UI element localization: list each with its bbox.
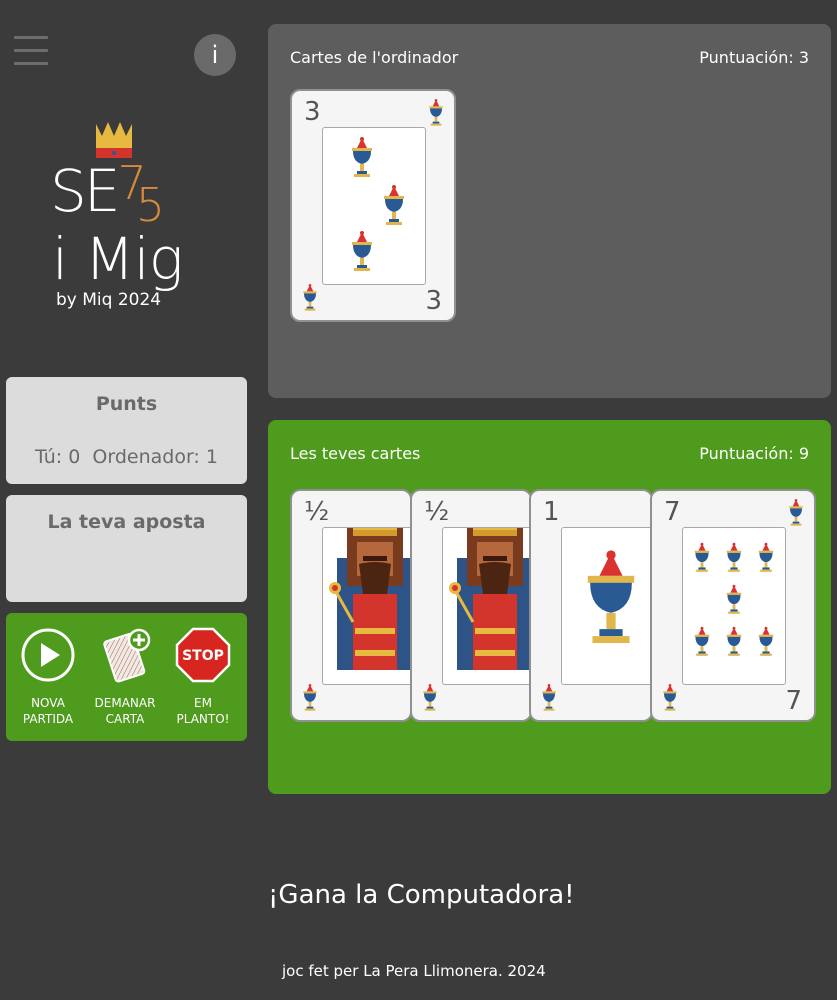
game-logo: SE75 i Mig by Miq 2024: [50, 118, 210, 318]
new-game-button[interactable]: NOVA PARTIDA: [8, 627, 88, 727]
bet-panel: La teva aposta: [6, 495, 247, 602]
card-face: [682, 527, 786, 685]
bet-title: La teva aposta: [47, 511, 206, 533]
game-result: ¡Gana la Computadora!: [268, 880, 575, 910]
player-board: Les teves cartes Puntuación: 9 ½ ½ 1 7 7: [268, 420, 831, 794]
cup-icon: [300, 282, 320, 314]
card-rank: ½: [304, 497, 330, 527]
card-rank: 7: [664, 497, 681, 527]
card-rank: 1: [543, 497, 560, 527]
stand-label: EM PLANTO!: [176, 696, 230, 726]
cup-icon: [300, 682, 320, 714]
info-button[interactable]: i: [194, 34, 236, 76]
card-face: [322, 527, 412, 685]
cup-icon: [347, 230, 377, 274]
points-title: Punts: [95, 393, 158, 415]
points-scores: Tú: 0 Ordenador: 1: [35, 446, 218, 468]
player-card-ace: 1: [529, 489, 653, 722]
hamburger-icon[interactable]: [14, 36, 48, 66]
sidebar: i SE75 i Mig by Miq 2024 Punts Tú: 0 Ord…: [0, 0, 252, 1000]
cup-icon: [660, 682, 680, 714]
cup-icon: [691, 542, 713, 574]
draw-card-button[interactable]: DEMANAR CARTA: [85, 627, 165, 727]
cup-icon: [576, 548, 646, 650]
new-game-label: NOVA PARTIDA: [22, 696, 74, 726]
card-face: [561, 527, 651, 685]
cup-icon: [723, 542, 745, 574]
card-rank: ½: [424, 497, 450, 527]
draw-card-icon: [103, 628, 151, 683]
card-rank: 7: [785, 686, 802, 716]
player-board-label: Les teves cartes: [290, 444, 421, 463]
card-rank: 3: [304, 97, 321, 127]
logo-subtitle: i Mig: [52, 225, 184, 293]
cup-icon: [420, 682, 440, 714]
footer-credit: joc fet per La Pera Llimonera. 2024: [282, 962, 546, 980]
computer-board-label: Cartes de l'ordinador: [290, 48, 459, 67]
cup-icon: [347, 136, 377, 180]
card-rank: 3: [425, 286, 442, 316]
stand-button[interactable]: STOP EM PLANTO!: [163, 627, 243, 727]
player-card-king: ½: [290, 489, 412, 722]
king-figure: [323, 527, 412, 670]
cup-icon: [723, 626, 745, 658]
cup-icon: [755, 626, 777, 658]
computer-score: Puntuación: 3: [699, 48, 809, 67]
card-face: [442, 527, 532, 685]
play-icon: [21, 628, 75, 682]
player-score: Puntuación: 9: [699, 444, 809, 463]
logo-credit: by Miq 2024: [56, 290, 162, 310]
cup-icon: [723, 584, 745, 616]
stop-sign-icon: STOP: [175, 627, 231, 683]
cup-icon: [691, 626, 713, 658]
cup-icon: [786, 497, 806, 529]
draw-card-label: DEMANAR CARTA: [94, 696, 156, 726]
computer-board: Cartes de l'ordinador Puntuación: 3 3 3: [268, 24, 831, 398]
computer-card: 3 3: [290, 89, 456, 322]
card-face: [322, 127, 426, 285]
cup-icon: [426, 97, 446, 129]
actions-panel: NOVA PARTIDA DEMANAR CARTA STOP EM PLANT…: [6, 613, 247, 741]
cup-icon: [379, 184, 409, 228]
king-figure: [443, 527, 532, 670]
crown-icon: [96, 122, 132, 158]
player-card-king: ½: [410, 489, 532, 722]
logo-title: SE75: [50, 156, 165, 232]
cup-icon: [755, 542, 777, 574]
points-panel: Punts Tú: 0 Ordenador: 1: [6, 377, 247, 484]
stop-sign-text: STOP: [182, 648, 224, 664]
player-card-seven: 7 7: [650, 489, 816, 722]
cup-icon: [539, 682, 559, 714]
